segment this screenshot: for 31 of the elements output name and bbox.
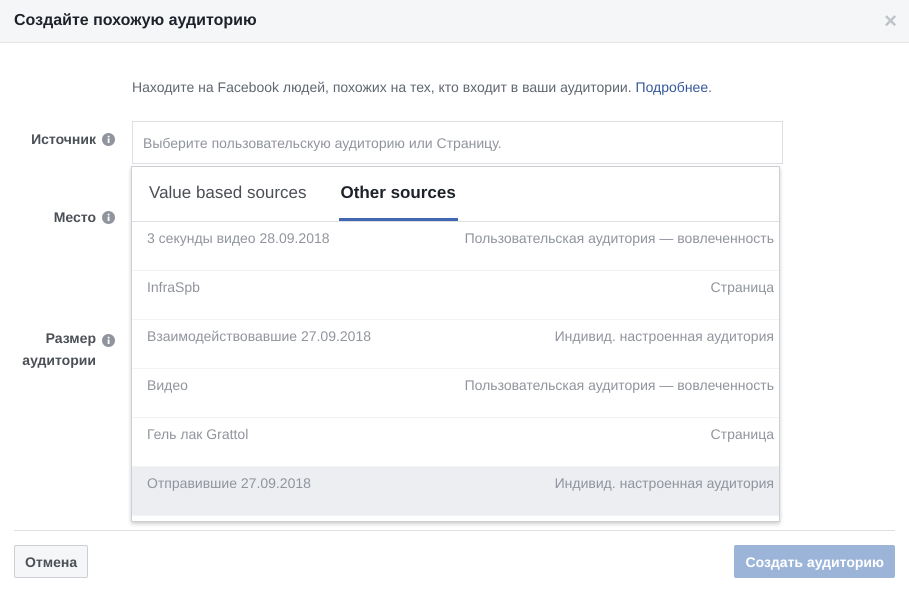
option-type: Страница (710, 426, 774, 444)
info-icon[interactable] (102, 211, 115, 224)
source-option[interactable]: 3 секунды видео 28.09.2018 Пользовательская аудитория — вовлеченность (132, 222, 779, 271)
source-option[interactable]: Видео Пользовательская аудитория — вовлеченность (132, 369, 779, 418)
option-name: Гель лак Grattol (147, 426, 248, 444)
option-type: Индивид. настроенная аудитория (554, 328, 774, 346)
cancel-button[interactable]: Отмена (14, 545, 88, 578)
source-option[interactable]: Взаимодействовавшие 27.09.2018 Индивид. настроенная аудитория (132, 320, 779, 369)
option-name: Видео (147, 377, 188, 395)
learn-more-link[interactable]: Подробнее (636, 79, 708, 95)
source-field[interactable]: Выберите пользовательскую аудиторию или Страницу. (132, 121, 783, 164)
field-label: Источник (31, 130, 96, 149)
field-label: Размер аудитории (21, 329, 96, 370)
dialog-title: Создайте похожую аудиторию (14, 12, 257, 30)
info-icon[interactable] (102, 334, 115, 347)
option-name: InfraSpb (147, 279, 200, 297)
option-type: Индивид. настроенная аудитория (554, 475, 774, 493)
option-name: Взаимодействовавшие 27.09.2018 (147, 328, 372, 346)
option-type: Страница (710, 279, 774, 297)
intro-text: Находите на Facebook людей, похожих на тех, кто входит в ваши аудитории. Подробнее. (132, 79, 714, 95)
option-type: Пользовательская аудитория — вовлеченность (464, 230, 774, 248)
option-type: Пользовательская аудитория — вовлеченность (464, 377, 774, 395)
source-option[interactable]: InfraSpb Страница (132, 271, 779, 320)
source-tab[interactable]: Other sources (338, 167, 458, 221)
source-tab[interactable]: Value based sources (147, 167, 309, 221)
option-name: Отправившие 27.09.2018 (147, 475, 311, 493)
close-button[interactable]: × (884, 8, 897, 34)
source-option[interactable]: Отправившие 27.09.2018 Индивид. настроенная аудитория (132, 467, 779, 516)
field-label: Место (54, 208, 96, 227)
option-name: 3 секунды видео 28.09.2018 (147, 230, 330, 248)
info-icon[interactable] (102, 133, 115, 146)
